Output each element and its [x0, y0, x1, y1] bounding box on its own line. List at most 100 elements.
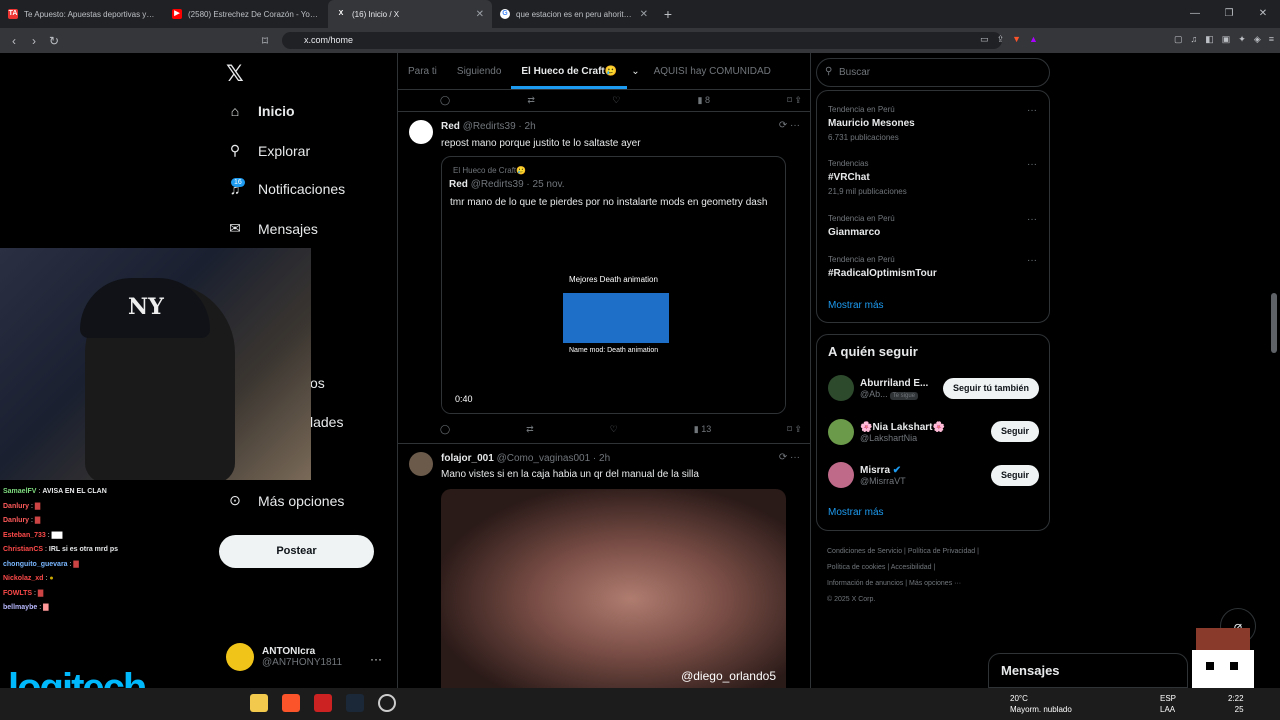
x-logo-icon[interactable]: 𝕏	[226, 62, 244, 87]
avatar[interactable]	[409, 120, 433, 144]
video-player[interactable]: @diego_orlando5	[441, 489, 786, 688]
nav-label: Notificaciones	[258, 181, 346, 197]
messages-drawer[interactable]: Mensajes	[988, 653, 1188, 688]
file-explorer-icon[interactable]	[250, 694, 268, 712]
bookmark-icon[interactable]: ⌑ ⇪	[787, 424, 802, 435]
tab-google[interactable]: G que estacion es en peru ahorita o sea …	[492, 0, 656, 28]
brave-rewards-icon[interactable]: ▲	[1029, 34, 1038, 45]
tweet-author[interactable]: folajor_001	[441, 453, 494, 464]
chevron-down-icon[interactable]: ⌄	[627, 66, 643, 77]
more-icon[interactable]: ⟳ ···	[779, 452, 800, 463]
home-icon: ⌂	[230, 103, 240, 119]
like-icon[interactable]: ♡	[612, 95, 620, 106]
more-icon[interactable]: ···	[370, 652, 382, 666]
close-window-icon[interactable]: ✕	[1246, 0, 1280, 28]
forward-icon[interactable]: ›	[24, 34, 44, 48]
wallet-icon[interactable]: ▣	[1222, 34, 1231, 45]
nav-messages[interactable]: ✉ Mensajes	[226, 220, 318, 237]
tab-hueco-de-craft[interactable]: El Hueco de Craft🥲	[511, 54, 628, 89]
trend-item[interactable]: Tendencias #VRChat 21,9 mil publicacione…	[828, 159, 907, 196]
suggested-user[interactable]: Aburriland E... @Ab... Te sigue	[828, 375, 928, 401]
repost-icon[interactable]: ⇄	[526, 424, 534, 435]
show-more-link[interactable]: Mostrar más	[828, 507, 884, 518]
tweet[interactable]: Red @Redirts39 · 2h ⟳ ··· repost mano po…	[398, 112, 810, 444]
menu-icon[interactable]: ≡	[1269, 34, 1274, 45]
repost-icon[interactable]: ⇄	[527, 95, 535, 106]
avatar[interactable]	[409, 452, 433, 476]
timeline-tabs: Para ti Siguiendo El Hueco de Craft🥲 ⌄ A…	[398, 53, 810, 90]
share-icon[interactable]: ⇪	[997, 34, 1005, 45]
brave-shield-icon[interactable]: ▼	[1012, 34, 1021, 45]
url-field[interactable]: x.com/home	[282, 32, 1002, 49]
weather-widget[interactable]: 20°C Mayorm. nublado	[1010, 693, 1072, 715]
quoted-tweet[interactable]: El Hueco de Craft🥲 Red @Redirts39 · 25 n…	[441, 156, 786, 414]
like-icon[interactable]: ♡	[610, 424, 618, 435]
cast-icon[interactable]: ▭	[980, 34, 989, 45]
minimize-icon[interactable]: —	[1178, 0, 1212, 28]
music-icon[interactable]: ♫	[1190, 34, 1197, 45]
follow-back-button[interactable]: Seguir tú también	[942, 378, 1039, 399]
tweet-author[interactable]: Red	[441, 121, 460, 132]
brave-icon[interactable]	[282, 694, 300, 712]
tweet[interactable]: folajor_001 @Como_vaginas001 · 2h ⟳ ··· …	[398, 444, 810, 688]
more-icon[interactable]: ⟳ ···	[779, 120, 800, 131]
ny-logo: NY	[128, 294, 164, 320]
nav-home[interactable]: ⌂ Inicio	[226, 103, 295, 119]
footer-link[interactable]: Política de cookies	[827, 564, 885, 571]
language-indicator[interactable]: ESP LAA	[1160, 693, 1176, 715]
follow-button[interactable]: Seguir	[990, 421, 1039, 442]
leo-icon[interactable]: ✦	[1238, 34, 1246, 45]
reply-icon[interactable]: ◯	[440, 95, 450, 106]
back-icon[interactable]: ‹	[4, 34, 24, 48]
sidebar-icon[interactable]: ▢	[1174, 34, 1183, 45]
suggested-user[interactable]: 🌸Nia Lakshart🌸 @LakshartNia	[828, 419, 945, 445]
tab-aquisi[interactable]: AQUISI hay COMUNIDAD	[644, 66, 781, 77]
trend-item[interactable]: Tendencia en Perú Gianmarco	[828, 214, 895, 242]
tab-x-inicio[interactable]: X (16) Inicio / X ✕	[328, 0, 492, 28]
vpn-icon[interactable]: ◈	[1254, 34, 1261, 45]
nav-partial-2[interactable]: lades	[310, 414, 343, 430]
tab-teapuesto[interactable]: TA Te Apuesto: Apuestas deportivas y Cas…	[0, 0, 164, 28]
clock[interactable]: 2:22 25	[1228, 693, 1244, 715]
video-player[interactable]: Mejores Death animation Name mod: Death …	[442, 219, 785, 413]
views-icon[interactable]: ▮ 13	[694, 424, 711, 435]
profile-handle: @AN7HONY1811	[262, 657, 342, 668]
footer-link[interactable]: Información de anuncios	[827, 580, 903, 587]
more-icon[interactable]: ···	[1027, 159, 1037, 170]
footer-link[interactable]: Condiciones de Servicio	[827, 548, 902, 555]
suggested-user[interactable]: Misrra ✔ @MisrraVT	[828, 462, 906, 488]
bookmark-icon[interactable]: ⌑ ⇪	[787, 95, 802, 106]
app-icon[interactable]	[314, 694, 332, 712]
bookmark-icon[interactable]: ⌑	[255, 34, 275, 48]
more-icon[interactable]: ···	[1027, 255, 1037, 266]
tab-siguiendo[interactable]: Siguiendo	[447, 66, 511, 77]
more-icon[interactable]: ···	[1027, 105, 1037, 116]
views-icon[interactable]: ▮ 8	[698, 95, 710, 106]
steam-icon[interactable]	[346, 694, 364, 712]
obs-icon[interactable]	[378, 694, 396, 712]
restore-icon[interactable]: ❐	[1212, 0, 1246, 28]
footer-link[interactable]: Política de Privacidad	[908, 548, 975, 555]
close-tab-icon[interactable]: ✕	[640, 9, 648, 20]
panel-icon[interactable]: ◧	[1205, 34, 1214, 45]
reply-icon[interactable]: ◯	[440, 424, 450, 435]
scrollbar[interactable]	[1271, 293, 1277, 353]
nav-more-options[interactable]: ⊙ Más opciones	[226, 492, 344, 509]
nav-explore[interactable]: ⚲ Explorar	[226, 142, 310, 159]
tab-youtube[interactable]: ▶ (2580) Estrechez De Corazón - YouTube	[164, 0, 328, 28]
more-icon[interactable]: ···	[1027, 214, 1037, 225]
show-more-link[interactable]: Mostrar más	[828, 300, 884, 311]
nav-partial-1[interactable]: os	[310, 375, 325, 391]
footer-link[interactable]: Accesibilidad	[891, 564, 932, 571]
reload-icon[interactable]: ↻	[44, 34, 64, 48]
footer-link[interactable]: Más opciones ···	[909, 580, 961, 587]
account-switcher[interactable]: ANTONIcra @AN7HONY1811	[226, 643, 342, 671]
new-tab-icon[interactable]: +	[656, 6, 680, 22]
post-button[interactable]: Postear	[219, 535, 374, 568]
search-input[interactable]: Buscar	[816, 58, 1050, 87]
follow-button[interactable]: Seguir	[990, 465, 1039, 486]
tab-para-ti[interactable]: Para ti	[398, 66, 447, 77]
close-tab-icon[interactable]: ✕	[476, 9, 484, 20]
trend-item[interactable]: Tendencia en Perú #RadicalOptimismTour	[828, 255, 937, 283]
trend-item[interactable]: Tendencia en Perú Mauricio Mesones 6.731…	[828, 105, 915, 142]
